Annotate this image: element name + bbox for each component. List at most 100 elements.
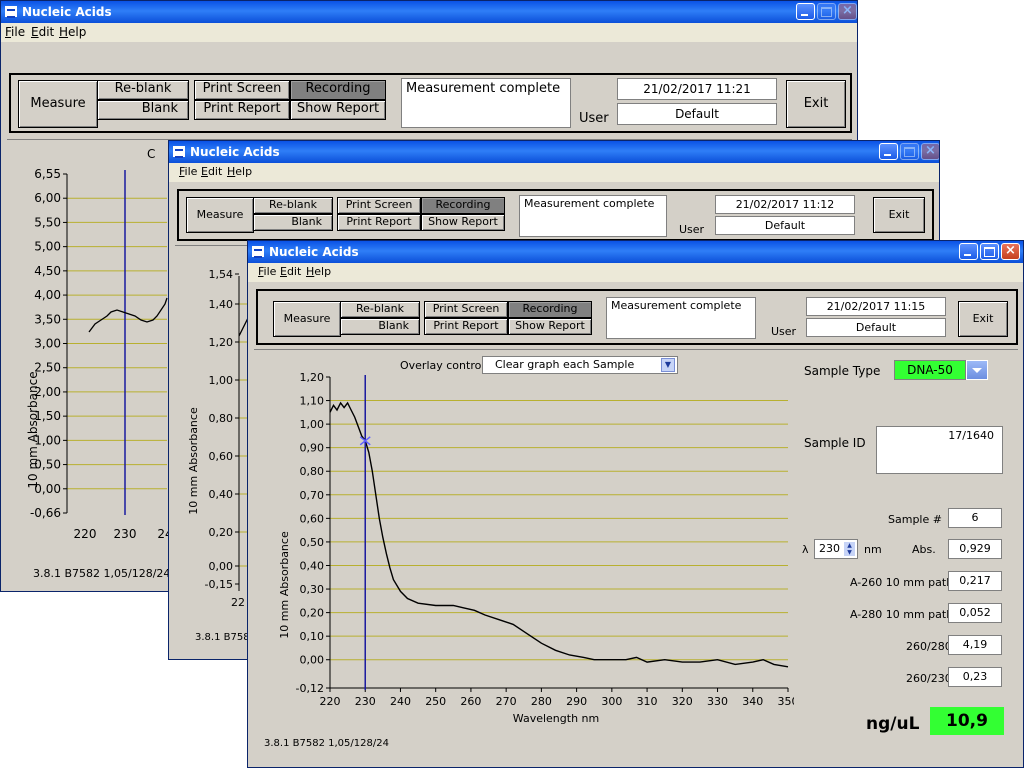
user-field[interactable]: Default: [806, 318, 946, 337]
measure-button[interactable]: Measure: [186, 197, 254, 233]
y-tick-label: 0,00: [209, 560, 234, 573]
show-report-button[interactable]: Show Report: [508, 318, 592, 335]
print-screen-button[interactable]: Print Screen: [337, 197, 421, 214]
y-tick-label: 1,00: [300, 418, 325, 431]
maximize-icon[interactable]: [980, 243, 999, 260]
exit-button[interactable]: Exit: [958, 301, 1008, 337]
a260-label: A-260 10 mm path: [850, 576, 954, 589]
ratio-260-230-field: 0,23: [948, 667, 1002, 687]
menu-file[interactable]: File: [5, 25, 25, 39]
menu-help[interactable]: Help: [227, 165, 252, 178]
print-report-button[interactable]: Print Report: [337, 214, 421, 231]
user-label: User: [771, 325, 797, 338]
window-title: Nucleic Acids: [190, 145, 280, 159]
y-tick-label: 0,20: [209, 526, 234, 539]
sample-type-text: DNA-50: [907, 363, 953, 377]
print-screen-button[interactable]: Print Screen: [424, 301, 508, 318]
toolbar: Measure Re-blank Blank Print Screen Prin…: [256, 289, 1018, 345]
app-window-front: Nucleic Acids × File Edit Help Measure R…: [247, 240, 1024, 768]
wavelength-value: 230: [819, 542, 840, 555]
abs-value-field: 0,929: [948, 539, 1002, 559]
print-screen-button[interactable]: Print Screen: [194, 80, 290, 100]
user-field[interactable]: Default: [715, 216, 855, 235]
minimize-icon[interactable]: [959, 243, 978, 260]
print-report-button[interactable]: Print Report: [424, 318, 508, 335]
title-bar[interactable]: Nucleic Acids ×: [169, 141, 939, 163]
concentration-label: ng/uL: [866, 714, 920, 734]
status-field: Measurement complete: [519, 195, 667, 237]
wavelength-spinner[interactable]: 230 ▲ ▼: [814, 539, 858, 559]
reblank-button[interactable]: Re-blank: [97, 80, 189, 100]
y-tick-label: 2,50: [34, 361, 61, 375]
x-tick-label: 350: [778, 695, 795, 708]
recording-button[interactable]: Recording: [421, 197, 505, 214]
y-tick-label: 0,00: [34, 482, 61, 496]
blank-button[interactable]: Blank: [340, 318, 420, 335]
print-report-button[interactable]: Print Report: [194, 100, 290, 120]
maximize-icon[interactable]: [817, 3, 836, 20]
exit-button[interactable]: Exit: [873, 197, 925, 233]
y-tick-label: 6,00: [34, 191, 61, 205]
minimize-icon[interactable]: [879, 143, 898, 160]
x-tick-label: 320: [672, 695, 693, 708]
ratio-260-280-field: 4,19: [948, 635, 1002, 655]
y-tick-label: 3,00: [34, 337, 61, 351]
series-line: [88, 297, 168, 333]
x-axis-label: Wavelength nm: [513, 712, 599, 725]
measure-button[interactable]: Measure: [273, 301, 341, 337]
close-icon[interactable]: ×: [1001, 243, 1020, 260]
title-bar[interactable]: Nucleic Acids ×: [1, 1, 857, 23]
y-tick-label: 4,00: [34, 288, 61, 302]
sample-type-label: Sample Type: [804, 364, 881, 378]
abs-label: Abs.: [912, 543, 936, 556]
sample-type-value[interactable]: DNA-50: [894, 360, 966, 380]
minimize-icon[interactable]: [796, 3, 815, 20]
y-tick-label: 0,50: [34, 458, 61, 472]
y-tick-label: 5,00: [34, 240, 61, 254]
blank-button[interactable]: Blank: [97, 100, 189, 120]
x-tick-label: 310: [637, 695, 658, 708]
menu-edit[interactable]: Edit: [201, 165, 222, 178]
reblank-button[interactable]: Re-blank: [340, 301, 420, 318]
menu-edit[interactable]: Edit: [280, 265, 301, 278]
sample-type-dropdown-icon[interactable]: [966, 360, 988, 380]
y-tick-label: 1,20: [209, 336, 234, 349]
show-report-button[interactable]: Show Report: [290, 100, 386, 120]
maximize-icon[interactable]: [900, 143, 919, 160]
recording-button[interactable]: Recording: [290, 80, 386, 100]
close-icon[interactable]: ×: [921, 143, 939, 160]
sample-id-field[interactable]: 17/1640: [876, 426, 1003, 474]
reblank-button[interactable]: Re-blank: [253, 197, 333, 214]
recording-button[interactable]: Recording: [508, 301, 592, 318]
x-tick-label: 220: [320, 695, 341, 708]
app-icon: [252, 246, 264, 258]
show-report-button[interactable]: Show Report: [421, 214, 505, 231]
y-tick-label: 1,54: [209, 268, 234, 281]
y-tick-label: 3,50: [34, 312, 61, 326]
datetime-field: 21/02/2017 11:15: [806, 297, 946, 316]
menu-help[interactable]: Help: [306, 265, 331, 278]
a260-value-field: 0,217: [948, 571, 1002, 591]
menu-file[interactable]: File: [179, 165, 197, 178]
datetime-field: 21/02/2017 11:12: [715, 195, 855, 214]
footer-version: 3.8.1 B7582 1,05/128/24: [264, 738, 389, 749]
title-bar[interactable]: Nucleic Acids ×: [248, 241, 1023, 263]
menu-file[interactable]: File: [258, 265, 276, 278]
spinner-arrows-icon[interactable]: ▲ ▼: [844, 542, 855, 556]
menu-edit[interactable]: Edit: [31, 25, 54, 39]
user-field[interactable]: Default: [617, 103, 777, 125]
y-tick-label: 6,55: [34, 167, 61, 181]
menu-bar: File Edit Help: [1, 23, 857, 42]
blank-button[interactable]: Blank: [253, 214, 333, 231]
close-icon[interactable]: ×: [838, 3, 857, 20]
menu-help[interactable]: Help: [59, 25, 86, 39]
exit-button[interactable]: Exit: [786, 80, 846, 128]
absorbance-chart: 10 mm Absorbance Wavelength nm 1,20 1,10 1…: [278, 371, 795, 725]
menu-bar: File Edit Help: [248, 263, 1023, 282]
y-tick-label: 2,00: [34, 385, 61, 399]
x-tick-label: 330: [707, 695, 728, 708]
measure-button[interactable]: Measure: [18, 80, 98, 128]
a280-value-field: 0,052: [948, 603, 1002, 623]
y-tick-label: 1,10: [300, 395, 325, 408]
menu-bar: File Edit Help: [169, 163, 939, 182]
